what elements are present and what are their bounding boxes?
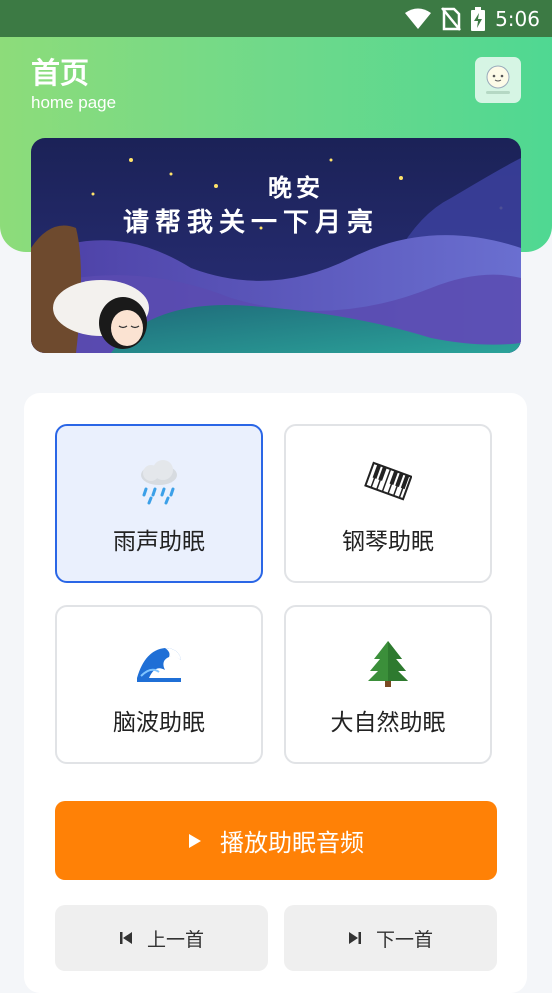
previous-track-label: 上一首 [146, 929, 204, 951]
brainwave-sound-option[interactable]: 脑波助眠 [55, 605, 263, 764]
nature-sound-label: 大自然助眠 [330, 709, 446, 735]
play-icon [189, 833, 201, 848]
banner-image[interactable]: 晚安 请帮我关一下月亮 [31, 138, 521, 353]
skip-next-icon [348, 932, 361, 944]
status-time: 5:06 [495, 7, 540, 31]
piano-sound-label: 钢琴助眠 [342, 528, 434, 554]
piano-keys-icon [364, 461, 412, 501]
play-audio-label: 播放助眠音频 [220, 830, 364, 857]
tile-icon-container [136, 458, 182, 506]
brainwave-sound-label: 脑波助眠 [113, 709, 205, 735]
wave-icon [137, 648, 181, 682]
tile-icon-container [366, 639, 410, 687]
battery-charging-icon [471, 7, 486, 31]
banner-caption: 请帮我关一下月亮 [122, 207, 379, 237]
skip-previous-icon [119, 932, 132, 944]
page-subtitle: home page [31, 93, 117, 112]
nature-sound-option[interactable]: 大自然助眠 [284, 605, 492, 764]
status-bar: 5:06 [0, 0, 552, 37]
rain-sound-option[interactable]: 雨声助眠 [55, 424, 263, 583]
app-logo-icon [486, 65, 510, 94]
status-icons: 5:06 [405, 6, 540, 32]
no-sim-icon [441, 7, 462, 31]
rain-cloud-icon [141, 460, 177, 505]
play-audio-button[interactable]: 播放助眠音频 [55, 801, 497, 880]
tree-icon [368, 641, 408, 687]
next-track-button[interactable]: 下一首 [284, 905, 497, 971]
app-logo-button[interactable] [475, 57, 521, 103]
tile-icon-container [364, 458, 412, 506]
page-title: 首页 [31, 58, 90, 90]
tile-icon-container [135, 639, 183, 687]
previous-track-button[interactable]: 上一首 [55, 905, 268, 971]
rain-sound-label: 雨声助眠 [113, 528, 205, 554]
next-track-label: 下一首 [375, 929, 433, 951]
piano-sound-option[interactable]: 钢琴助眠 [284, 424, 492, 583]
wifi-icon [405, 8, 432, 29]
banner-greeting: 晚安 [268, 175, 324, 202]
